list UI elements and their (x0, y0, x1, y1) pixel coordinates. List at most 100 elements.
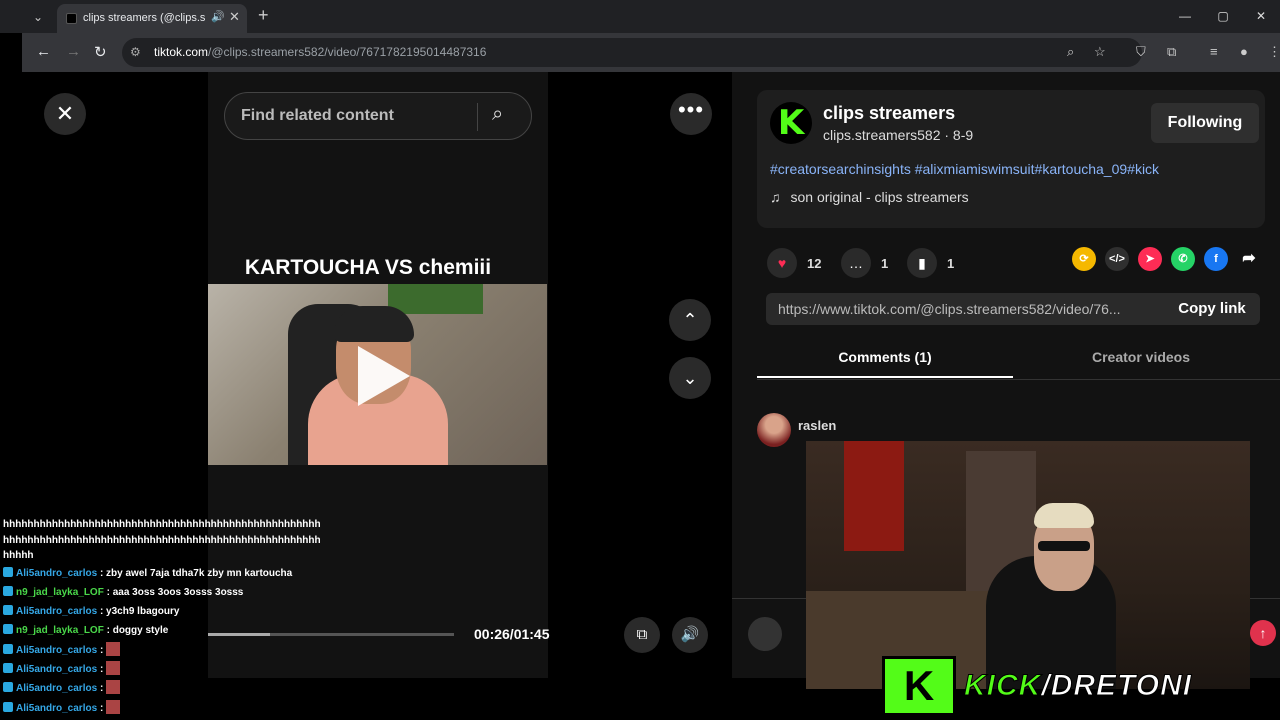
chat-message: Ali5andro_carlos : (0, 699, 320, 718)
window-close-button[interactable]: ✕ (1242, 0, 1280, 33)
repost-icon[interactable]: ⟳ (1072, 247, 1096, 271)
shield-extension-icon[interactable]: ⛉ (1136, 44, 1146, 60)
browser-menu-icon[interactable]: ⋮ (1268, 44, 1280, 60)
chat-username: Ali5andro_carlos (16, 702, 98, 714)
chat-emote-image (106, 680, 121, 695)
browser-tab-bar: ⌄ clips streamers (@clips.streamers582) … (0, 0, 1280, 33)
embed-icon[interactable]: </> (1105, 247, 1129, 271)
chat-emote-image (106, 641, 121, 656)
creator-avatar[interactable]: K (770, 102, 812, 144)
volume-icon[interactable]: 🔊 (672, 617, 708, 653)
chat-badge-icon (3, 682, 13, 693)
sound-link[interactable]: ♫ son original - clips streamers (770, 189, 969, 205)
tab-search-menu[interactable]: ⌄ (28, 8, 48, 26)
related-search-box[interactable]: Find related content ⌕ (224, 92, 532, 140)
picture-in-picture-icon[interactable]: ⧉ (624, 617, 660, 653)
chat-text: : y3ch9 lbagoury (99, 606, 180, 618)
kick-streamer-name: DRETONI (1050, 669, 1193, 703)
streamer-hair-image (334, 306, 414, 342)
creator-name[interactable]: clips streamers (823, 103, 955, 124)
tab-close-button[interactable]: ✕ (229, 9, 240, 25)
hashtags[interactable]: #creatorsearchinsights #alixmiamiswimsui… (770, 161, 1159, 177)
chat-message: Ali5andro_carlos : y3ch9 lbagoury (0, 602, 320, 621)
like-count: 12 (807, 255, 822, 271)
whatsapp-icon[interactable]: ✆ (1171, 247, 1195, 271)
tab-title: clips streamers (@clips.streamers582) (83, 12, 205, 24)
kick-slash: / (1041, 669, 1051, 703)
commenter-avatar[interactable] (757, 413, 791, 447)
chat-badge-icon (3, 605, 13, 616)
copy-link-button[interactable]: Copy link (1164, 293, 1260, 325)
heart-icon[interactable]: ♥ (767, 248, 797, 278)
chat-badge-icon (3, 662, 13, 673)
speaker-icon[interactable]: 🔊 (211, 10, 225, 23)
chat-text: : aaa 3oss 3oos 3osss 3osss (106, 586, 244, 598)
save-count: 1 (947, 255, 955, 271)
share-url[interactable]: https://www.tiktok.com/@clips.streamers5… (778, 301, 1156, 317)
chat-spam-line: hhhhhhhhhhhhhhhhhhhhhhhhhhhhhhhhhhhhhhhh… (3, 534, 320, 546)
save-stat[interactable]: ▮ 1 (907, 248, 954, 278)
search-input[interactable]: Find related content (241, 107, 394, 125)
video-frame[interactable] (208, 284, 547, 465)
search-divider (477, 103, 478, 131)
comment-count: 1 (881, 255, 889, 271)
back-button[interactable]: ← (36, 43, 51, 60)
site-info-icon[interactable]: ⚙ (130, 45, 141, 59)
more-options-button[interactable]: ••• (670, 93, 712, 135)
kick-channel-name: KICK/DRETONI (963, 669, 1193, 703)
extensions-icon[interactable]: ⧉ (1167, 44, 1176, 60)
facebook-icon[interactable]: f (1204, 247, 1228, 271)
new-tab-button[interactable]: + (258, 5, 269, 26)
reload-button[interactable]: ↻ (94, 43, 107, 61)
sound-title: son original - clips streamers (790, 189, 969, 205)
send-comment-button[interactable]: ↑ (1250, 620, 1276, 646)
chat-username: Ali5andro_carlos (16, 663, 98, 675)
profile-icon[interactable]: ● (1240, 44, 1248, 59)
chat-username: Ali5andro_carlos (16, 644, 98, 656)
address-bar[interactable]: ⚙ tiktok.com/@clips.streamers582/video/7… (122, 38, 1142, 67)
video-title: KARTOUCHA VS chemiii (244, 256, 492, 279)
chat-message: Ali5andro_carlos : zby awel 7aja tdha7k … (0, 564, 320, 583)
media-controls-icon[interactable]: ≡ (1210, 44, 1218, 59)
commenter-name[interactable]: raslen (798, 418, 836, 433)
chat-badge-icon (3, 643, 13, 654)
forward-button[interactable]: → (66, 43, 81, 60)
chat-message: Ali5andro_carlos : (0, 679, 320, 698)
chat-badge-icon (3, 701, 13, 712)
close-video-button[interactable]: ✕ (44, 93, 86, 135)
play-icon[interactable] (358, 346, 410, 406)
comment-icon[interactable]: … (841, 248, 871, 278)
chat-text: : zby awel 7aja tdha7k zby mn kartoucha (99, 567, 293, 579)
streamer-blond-hair-image (1034, 503, 1094, 528)
chat-text: : (99, 644, 104, 656)
bookmark-icon[interactable]: ▮ (907, 248, 937, 278)
chat-username: n9_jad_layka_LOF (16, 625, 104, 637)
url-path: /@clips.streamers582/video/7671782195014… (208, 45, 487, 59)
following-button[interactable]: Following (1151, 103, 1259, 143)
chat-message: n9_jad_layka_LOF : doggy style (0, 621, 320, 640)
share-more-icon[interactable]: ➦ (1237, 247, 1261, 271)
send-to-friends-icon[interactable]: ➤ (1138, 247, 1162, 271)
search-icon[interactable]: ⌕ (492, 103, 503, 126)
next-video-button[interactable]: ⌄ (669, 357, 711, 399)
chat-text: : (99, 683, 104, 695)
kick-channel-logo: K KICK/DRETONI (882, 655, 1192, 717)
music-note-icon: ♫ (770, 189, 781, 205)
tab-comments[interactable]: Comments (1) (757, 349, 1013, 365)
chat-username: n9_jad_layka_LOF (16, 586, 104, 598)
chat-message: n9_jad_layka_LOF : aaa 3oss 3oos 3osss 3… (0, 583, 320, 602)
zoom-icon[interactable]: ⌕ (1067, 44, 1074, 60)
maximize-button[interactable]: ▢ (1204, 0, 1242, 33)
tab-creator-videos[interactable]: Creator videos (1013, 349, 1269, 365)
chat-username: Ali5andro_carlos (16, 567, 98, 579)
minimize-button[interactable]: — (1166, 0, 1204, 33)
like-stat[interactable]: ♥ 12 (767, 248, 821, 278)
tiktok-favicon-icon (66, 13, 77, 24)
bookmark-star-icon[interactable]: ☆ (1094, 44, 1106, 60)
creator-handle[interactable]: clips.streamers582 · 8-9 (823, 127, 973, 143)
comment-stat[interactable]: … 1 (841, 248, 888, 278)
chat-text: : (99, 702, 104, 714)
chat-badge-icon (3, 566, 13, 577)
browser-tab[interactable]: clips streamers (@clips.streamers582) 🔊 … (57, 4, 247, 33)
previous-video-button[interactable]: ⌃ (669, 299, 711, 341)
